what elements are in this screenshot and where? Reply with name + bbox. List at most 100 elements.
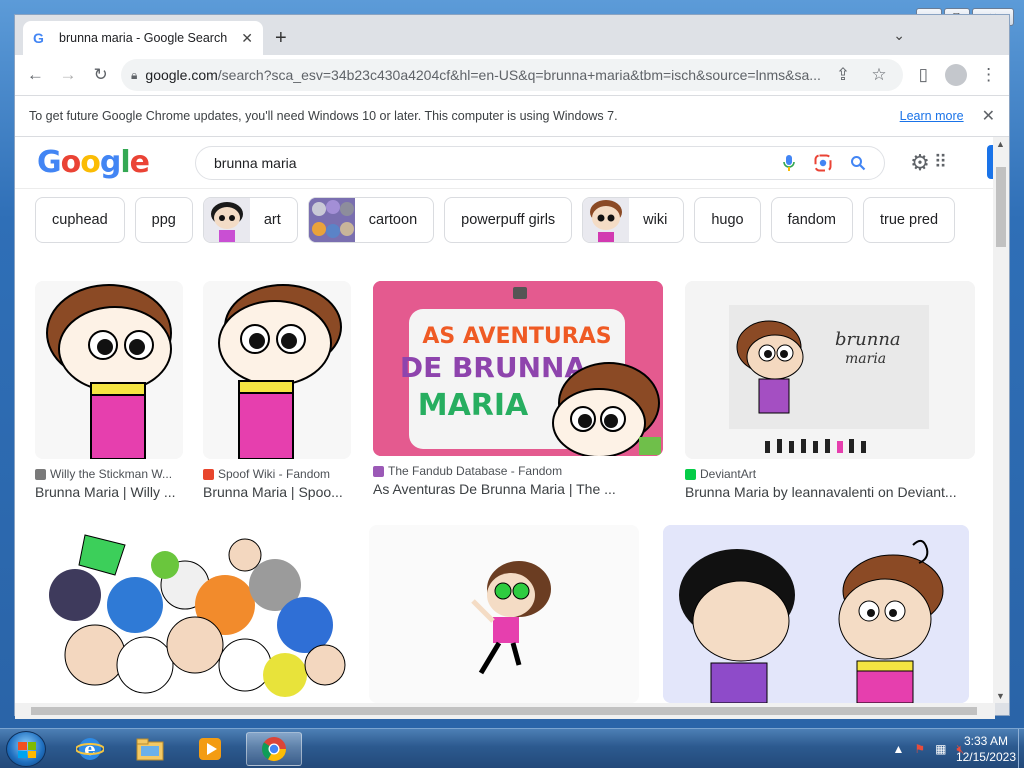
result-image[interactable] bbox=[35, 525, 347, 703]
result-image[interactable] bbox=[35, 281, 183, 459]
infobar-message: To get future Google Chrome updates, you… bbox=[29, 109, 618, 123]
search-icon[interactable] bbox=[850, 155, 866, 171]
action-center-flag-icon[interactable]: ⚑ bbox=[914, 742, 925, 756]
menu-kebab-icon[interactable]: ⋮ bbox=[976, 61, 1001, 89]
chip-cuphead[interactable]: cuphead bbox=[35, 197, 125, 243]
logo-letter: o bbox=[80, 145, 101, 180]
result-title[interactable]: As Aventuras De Brunna Maria | The ... bbox=[373, 481, 663, 497]
source-favicon-icon bbox=[203, 468, 214, 480]
system-tray: ▲ ⚑ ▦ 🔇︎ bbox=[892, 729, 964, 768]
google-header: Google brunna maria ⚙ ⠿ bbox=[15, 137, 995, 189]
avatar bbox=[944, 64, 967, 86]
result-image[interactable] bbox=[369, 525, 639, 703]
google-apps-icon[interactable]: ⠿ bbox=[934, 152, 947, 173]
side-panel-icon[interactable]: ▯ bbox=[911, 61, 936, 89]
url-path: /search?sca_esv=34b23c430a4204cf&hl=en-U… bbox=[217, 67, 821, 83]
result-image[interactable]: AS AVENTURAS DE BRUNNA MARIA bbox=[373, 281, 663, 456]
forward-icon[interactable]: → bbox=[56, 61, 81, 89]
learn-more-link[interactable]: Learn more bbox=[900, 109, 964, 123]
tab-google-search[interactable]: G brunna maria - Google Search ✕ bbox=[23, 21, 263, 55]
vertical-scrollbar[interactable]: ▲ ▼ bbox=[993, 137, 1009, 703]
clock-date: 12/15/2023 bbox=[955, 750, 1016, 764]
internet-explorer-taskbar-icon[interactable]: e bbox=[62, 732, 118, 766]
chip-powerpuff-girls[interactable]: powerpuff girls bbox=[444, 197, 573, 243]
image-result[interactable]: Spoof Wiki - Fandom Brunna Maria | Spoo.… bbox=[203, 281, 351, 500]
show-desktop-button[interactable] bbox=[1018, 729, 1024, 768]
tab-search-button[interactable]: ⌄ bbox=[893, 27, 905, 44]
back-icon[interactable]: ← bbox=[23, 61, 48, 89]
media-player-taskbar-icon[interactable] bbox=[182, 732, 238, 766]
lock-icon[interactable]: 🔒︎ bbox=[131, 68, 137, 83]
image-result[interactable]: AS AVENTURAS DE BRUNNA MARIA The Fandub … bbox=[373, 281, 663, 497]
horizontal-scrollbar[interactable] bbox=[15, 703, 995, 719]
source-name: DeviantArt bbox=[700, 467, 757, 481]
settings-gear-icon[interactable]: ⚙ bbox=[910, 150, 930, 176]
tab-close-icon[interactable]: ✕ bbox=[241, 30, 253, 47]
show-hidden-icons-icon[interactable]: ▲ bbox=[892, 742, 904, 756]
source-name: Spoof Wiki - Fandom bbox=[218, 467, 331, 481]
image-result[interactable]: brunna maria DeviantArt Brunna Maria by … bbox=[685, 281, 975, 500]
file-explorer-taskbar-icon[interactable] bbox=[122, 732, 178, 766]
result-source[interactable]: DeviantArt bbox=[685, 467, 975, 481]
reload-icon[interactable]: ↻ bbox=[88, 61, 113, 89]
google-favicon-icon: G bbox=[33, 30, 44, 46]
svg-text:e: e bbox=[84, 739, 95, 760]
scrollbar-thumb[interactable] bbox=[996, 167, 1006, 247]
network-icon[interactable]: ▦ bbox=[935, 742, 946, 756]
start-button[interactable] bbox=[6, 731, 46, 767]
url-text[interactable]: google.com/search?sca_esv=34b23c430a4204… bbox=[145, 67, 821, 83]
profile-icon[interactable] bbox=[944, 61, 969, 89]
chip-label: cartoon bbox=[368, 212, 418, 228]
result-title[interactable]: Brunna Maria | Willy ... bbox=[35, 484, 183, 500]
search-input[interactable]: brunna maria bbox=[195, 145, 886, 180]
result-source[interactable]: The Fandub Database - Fandom bbox=[373, 464, 663, 478]
result-source[interactable]: Spoof Wiki - Fandom bbox=[203, 467, 351, 481]
taskbar: e ▲ ⚑ ▦ 🔇︎ 3:33 AM 12/15/2023 bbox=[0, 728, 1024, 768]
chip-fandom[interactable]: fandom bbox=[770, 197, 853, 243]
taskbar-clock[interactable]: 3:33 AM 12/15/2023 bbox=[956, 733, 1016, 765]
new-tab-button[interactable]: + bbox=[275, 27, 287, 50]
image-result[interactable]: Willy the Stickman W... Brunna Maria | W… bbox=[35, 281, 183, 500]
page-content: Google brunna maria ⚙ ⠿ cuphead ppg art bbox=[15, 137, 995, 703]
tab-strip: G brunna maria - Google Search ✕ + ⌄ bbox=[15, 15, 1009, 55]
scroll-up-icon[interactable]: ▲ bbox=[996, 139, 1005, 149]
chip-cartoon[interactable]: cartoon bbox=[307, 197, 435, 243]
lens-icon[interactable] bbox=[814, 154, 832, 172]
scrollbar-thumb[interactable] bbox=[31, 707, 977, 715]
image-result[interactable] bbox=[369, 525, 639, 703]
search-query[interactable]: brunna maria bbox=[214, 155, 764, 171]
result-image[interactable]: brunna maria bbox=[685, 281, 975, 459]
image-result[interactable] bbox=[35, 525, 347, 703]
chip-label: wiki bbox=[643, 212, 668, 228]
refinement-chips: cuphead ppg art cartoon powerpuff girls … bbox=[15, 189, 995, 251]
chip-hugo[interactable]: hugo bbox=[694, 197, 761, 243]
scroll-down-icon[interactable]: ▼ bbox=[996, 691, 1005, 701]
share-icon[interactable]: ⇪ bbox=[829, 61, 857, 89]
chrome-window: G brunna maria - Google Search ✕ + ⌄ ← →… bbox=[14, 14, 1010, 719]
result-image[interactable] bbox=[663, 525, 969, 703]
source-name: Willy the Stickman W... bbox=[50, 467, 173, 481]
chip-art[interactable]: art bbox=[202, 197, 298, 243]
result-title[interactable]: Brunna Maria | Spoo... bbox=[203, 484, 351, 500]
google-logo[interactable]: Google bbox=[37, 145, 150, 180]
result-title[interactable]: Brunna Maria by leannavalenti on Deviant… bbox=[685, 484, 975, 500]
bookmark-star-icon[interactable]: ☆ bbox=[865, 61, 893, 89]
banner-title-line1: AS AVENTURAS bbox=[422, 324, 611, 349]
chrome-taskbar-icon[interactable] bbox=[246, 732, 302, 766]
mic-icon[interactable] bbox=[782, 154, 796, 172]
chip-label: fandom bbox=[787, 212, 836, 228]
chip-thumbnail bbox=[203, 198, 250, 242]
browser-toolbar: ← → ↻ 🔒︎ google.com/search?sca_esv=34b23… bbox=[15, 55, 1009, 95]
source-favicon-icon bbox=[373, 465, 384, 477]
chip-true-pred[interactable]: true pred bbox=[862, 197, 956, 243]
chip-label: cuphead bbox=[52, 212, 108, 228]
banner-title-line3: MARIA bbox=[418, 388, 529, 423]
result-image[interactable] bbox=[203, 281, 351, 459]
chip-wiki[interactable]: wiki bbox=[582, 197, 685, 243]
url-host: google.com bbox=[145, 67, 218, 83]
chip-ppg[interactable]: ppg bbox=[134, 197, 193, 243]
result-source[interactable]: Willy the Stickman W... bbox=[35, 467, 183, 481]
address-bar[interactable]: 🔒︎ google.com/search?sca_esv=34b23c430a4… bbox=[121, 59, 903, 91]
image-result[interactable] bbox=[663, 525, 969, 703]
infobar-close-icon[interactable]: ✕ bbox=[982, 106, 995, 126]
